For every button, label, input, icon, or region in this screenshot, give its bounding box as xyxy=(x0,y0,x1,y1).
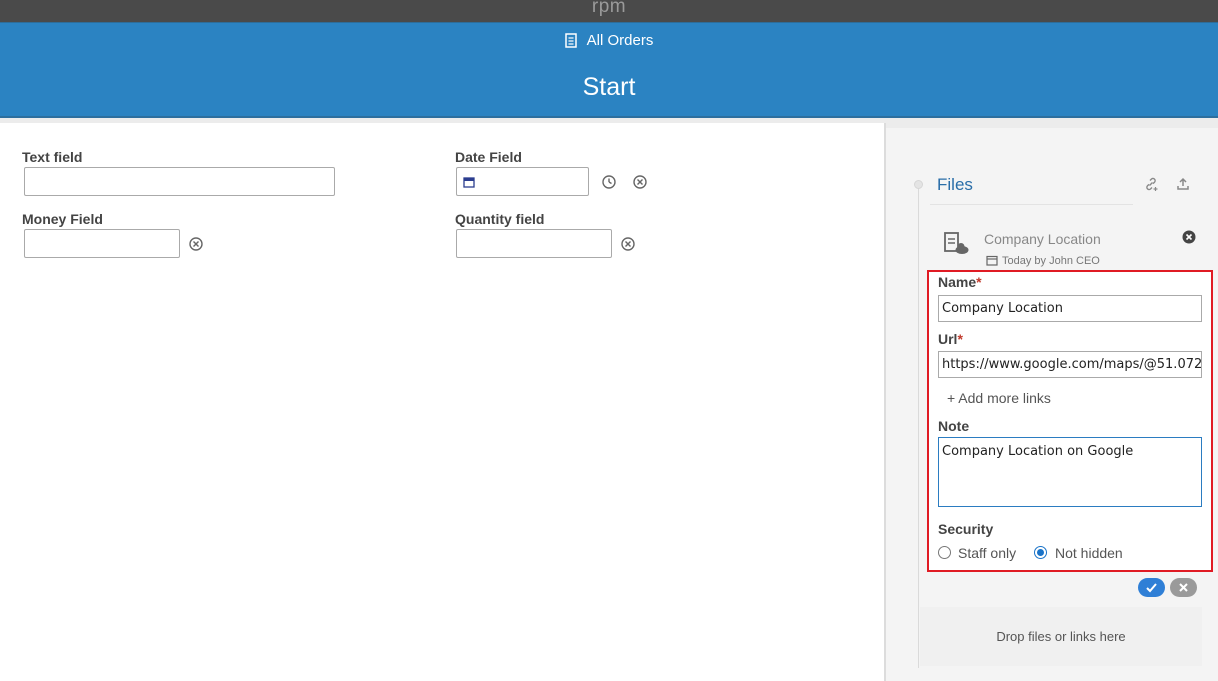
check-icon xyxy=(1146,583,1157,593)
close-icon xyxy=(1179,583,1188,592)
form-panel xyxy=(0,123,884,681)
text-field-label: Text field xyxy=(22,149,83,165)
note-textarea[interactable]: Company Location on Google xyxy=(938,437,1202,507)
timeline-dot xyxy=(914,180,923,189)
document-icon xyxy=(564,33,577,48)
breadcrumb[interactable]: All Orders xyxy=(0,32,1218,49)
date-field-input[interactable] xyxy=(456,167,589,196)
clear-icon[interactable] xyxy=(620,236,636,252)
url-input[interactable]: https://www.google.com/maps/@51.072 xyxy=(938,351,1202,378)
file-name[interactable]: Company Location xyxy=(984,231,1101,247)
security-label: Security xyxy=(938,521,994,537)
file-author: by John CEO xyxy=(1034,255,1100,267)
file-cloud-icon xyxy=(944,232,969,254)
upload-icon[interactable] xyxy=(1175,176,1191,192)
link-icon[interactable] xyxy=(1143,176,1159,192)
not-hidden-radio[interactable] xyxy=(1034,546,1047,559)
staff-only-label[interactable]: Staff only xyxy=(958,545,1016,561)
text-field-input[interactable] xyxy=(24,167,335,196)
money-field-input[interactable] xyxy=(24,229,180,258)
app-logo: rpm xyxy=(591,0,627,17)
calendar-icon xyxy=(986,255,998,266)
clock-icon[interactable] xyxy=(601,174,617,190)
url-label: Url* xyxy=(938,331,963,347)
quantity-field-input[interactable] xyxy=(456,229,612,258)
required-mark: * xyxy=(976,274,982,290)
page-header: All Orders Start xyxy=(0,23,1218,118)
money-field-label: Money Field xyxy=(22,211,103,227)
file-drop-zone[interactable]: Drop files or links here xyxy=(920,607,1202,666)
top-bar: rpm xyxy=(0,0,1218,23)
file-date: Today xyxy=(1002,255,1032,267)
date-field-label: Date Field xyxy=(455,149,522,165)
page-title: Start xyxy=(582,73,636,101)
files-title: Files xyxy=(937,175,973,194)
not-hidden-label[interactable]: Not hidden xyxy=(1055,545,1123,561)
clear-icon[interactable] xyxy=(188,236,204,252)
save-button[interactable] xyxy=(1138,578,1165,597)
files-title-divider xyxy=(930,204,1133,205)
cancel-button[interactable] xyxy=(1170,578,1197,597)
file-meta: Today by John CEO xyxy=(986,255,1100,267)
note-label: Note xyxy=(938,418,970,434)
add-more-links-button[interactable]: + Add more links xyxy=(947,390,1051,406)
required-mark: * xyxy=(957,331,963,347)
calendar-icon[interactable] xyxy=(463,176,475,188)
clear-icon[interactable] xyxy=(632,174,648,190)
name-label: Name* xyxy=(938,274,982,290)
breadcrumb-label[interactable]: All Orders xyxy=(587,32,654,49)
staff-only-radio[interactable] xyxy=(938,546,951,559)
name-input[interactable]: Company Location xyxy=(938,295,1202,322)
quantity-field-label: Quantity field xyxy=(455,211,545,227)
timeline-line xyxy=(918,188,919,668)
close-icon[interactable] xyxy=(1181,229,1197,245)
